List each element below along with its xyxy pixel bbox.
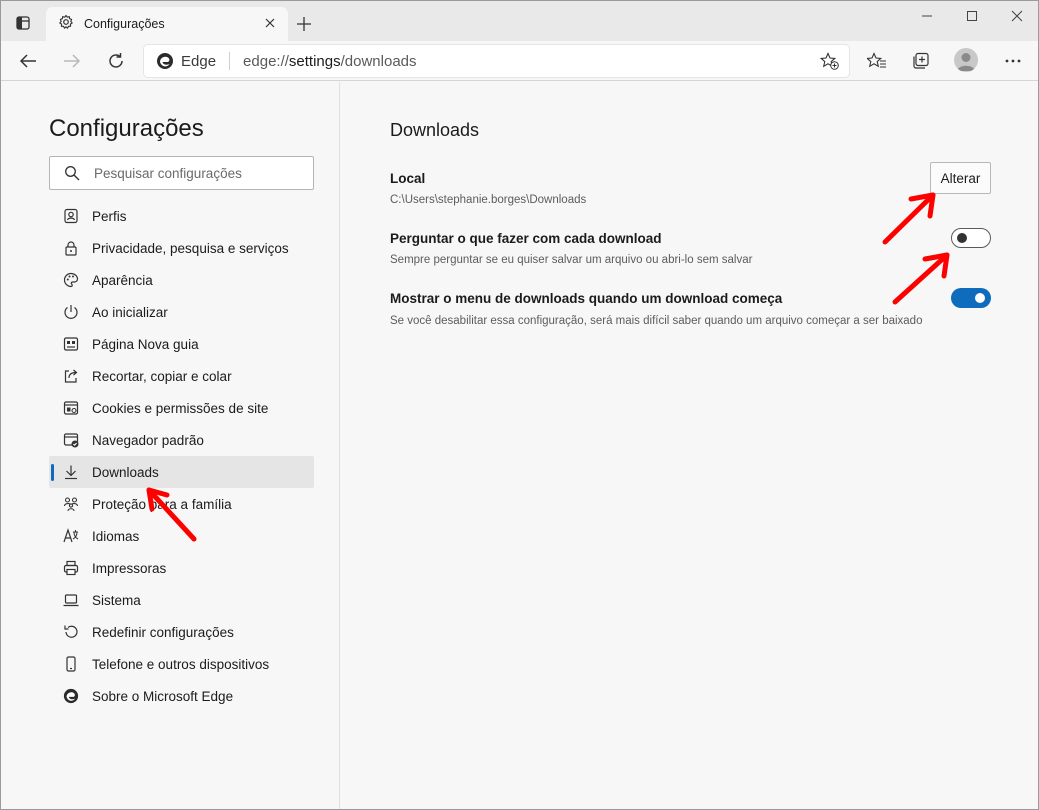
new-tab-button[interactable] [293,13,315,35]
sidebar-item-label: Aparência [92,272,153,288]
search-icon [64,165,80,181]
ask-toggle[interactable] [951,228,991,248]
menu-setting-title: Mostrar o menu de downloads quando um do… [390,291,783,306]
sidebar-item-label: Cookies e permissões de site [92,400,269,416]
sidebar-item-downloads[interactable]: Downloads [49,456,314,488]
sidebar-item-navegador-padrao[interactable]: Navegador padrão [49,424,314,456]
toggle-knob [957,233,967,243]
address-separator [229,52,231,70]
tab-actions-icon[interactable] [9,11,37,35]
sidebar-item-privacidade[interactable]: Privacidade, pesquisa e serviços [49,232,314,264]
laptop-icon [63,592,79,608]
sidebar-title: Configurações [49,115,204,142]
sidebar-item-label: Proteção para a família [92,496,232,512]
settings-nav: Perfis Privacidade, pesquisa e serviços … [49,200,314,712]
sidebar-item-label: Redefinir configurações [92,624,234,640]
location-path: C:\Users\stephanie.borges\Downloads [390,194,587,206]
sidebar-item-ao-inicializar[interactable]: Ao inicializar [49,296,314,328]
sidebar-item-impressoras[interactable]: Impressoras [49,552,314,584]
sidebar-item-sistema[interactable]: Sistema [49,584,314,616]
location-title: Local [390,171,426,186]
refresh-button[interactable] [101,47,131,75]
sidebar-item-perfis[interactable]: Perfis [49,200,314,232]
tab-settings[interactable]: Configurações [46,7,288,41]
gear-icon [58,14,74,35]
edge-icon [63,688,79,704]
site-permissions-icon [63,400,79,416]
lock-icon [63,240,79,256]
reset-icon [63,624,79,640]
settings-sidebar: Configurações Perfis Privacidade, pesqui… [1,82,340,809]
search-input[interactable] [94,165,294,181]
sidebar-item-label: Telefone e outros dispositivos [92,656,270,672]
maximize-button[interactable] [949,1,995,31]
palette-icon [63,272,79,288]
sidebar-item-nova-guia[interactable]: Página Nova guia [49,328,314,360]
address-bar[interactable]: Edge edge://settings/downloads [144,45,849,77]
sidebar-item-label: Sistema [92,592,141,608]
favorites-button[interactable] [862,47,892,75]
forward-button[interactable] [57,47,87,75]
add-favorite-icon[interactable] [819,52,839,70]
sidebar-item-label: Impressoras [92,560,167,576]
menu-setting-desc: Se você desabilitar essa configuração, s… [390,315,923,327]
sidebar-item-familia[interactable]: Proteção para a família [49,488,314,520]
printer-icon [63,560,79,576]
minimize-button[interactable] [904,1,950,31]
languages-icon [63,528,79,544]
sidebar-item-telefone[interactable]: Telefone e outros dispositivos [49,648,314,680]
family-icon [63,496,79,512]
sidebar-item-label: Ao inicializar [92,304,168,320]
sidebar-item-aparencia[interactable]: Aparência [49,264,314,296]
avatar[interactable] [954,48,978,72]
new-tab-page-icon [63,336,79,352]
sidebar-item-label: Privacidade, pesquisa e serviços [92,240,289,256]
browser-toolbar: Edge edge://settings/downloads [1,41,1038,81]
default-browser-icon [63,432,79,448]
profile-icon [63,208,79,224]
share-icon [63,368,79,384]
search-box[interactable] [49,156,314,190]
power-icon [63,304,79,320]
tab-title: Configurações [84,17,165,31]
sidebar-item-recortar[interactable]: Recortar, copiar e colar [49,360,314,392]
settings-main: Downloads Local C:\Users\stephanie.borge… [341,82,1038,809]
menu-toggle[interactable] [951,288,991,308]
sidebar-item-redefinir[interactable]: Redefinir configurações [49,616,314,648]
phone-icon [63,656,79,672]
address-brand: Edge [181,52,217,70]
sidebar-item-idiomas[interactable]: Idiomas [49,520,314,552]
more-options-icon[interactable] [998,47,1028,75]
edge-logo-icon [156,52,174,70]
sidebar-item-label: Idiomas [92,528,140,544]
sidebar-item-label: Página Nova guia [92,336,199,352]
ask-setting-title: Perguntar o que fazer com cada download [390,231,662,246]
download-icon [63,464,79,480]
close-window-button[interactable] [994,1,1038,31]
collections-button[interactable] [906,47,936,75]
sidebar-item-label: Downloads [92,464,159,480]
browser-window: Configurações Edge edge://settings/downl… [0,0,1039,810]
sidebar-item-label: Perfis [92,208,127,224]
toggle-knob [975,293,985,303]
sidebar-item-sobre[interactable]: Sobre o Microsoft Edge [49,680,314,712]
ask-setting-desc: Sempre perguntar se eu quiser salvar um … [390,254,753,266]
sidebar-item-cookies[interactable]: Cookies e permissões de site [49,392,314,424]
sidebar-item-label: Recortar, copiar e colar [92,368,232,384]
back-button[interactable] [13,47,43,75]
tab-strip: Configurações [1,1,1038,41]
change-location-button[interactable]: Alterar [930,162,991,194]
page-title: Downloads [390,120,480,140]
sidebar-item-label: Navegador padrão [92,432,204,448]
address-url[interactable]: edge://settings/downloads [243,53,416,70]
sidebar-item-label: Sobre o Microsoft Edge [92,688,234,704]
close-tab-icon[interactable] [262,15,278,31]
